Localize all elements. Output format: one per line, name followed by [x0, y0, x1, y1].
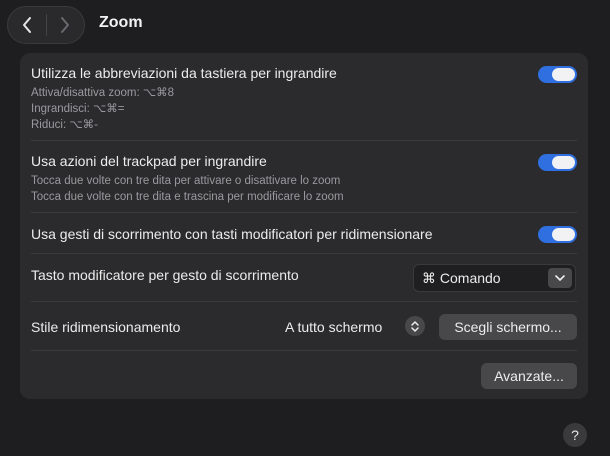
trackpad-toggle[interactable] [538, 154, 577, 171]
chevron-left-icon [22, 17, 31, 33]
advanced-button[interactable]: Avanzate... [481, 363, 577, 389]
forward-button[interactable] [46, 7, 84, 43]
chevron-right-icon [61, 17, 70, 33]
divider [31, 350, 577, 351]
chevron-down-icon [548, 268, 572, 288]
scroll-gesture-row: Usa gesti di scorrimento con tasti modif… [31, 226, 577, 246]
trackpad-hint-2: Tocca due volte con tre dita e trascina … [31, 191, 344, 203]
toolbar: Zoom [0, 0, 610, 50]
toggle-knob [552, 68, 575, 81]
settings-panel: Utilizza le abbreviazioni da tastiera pe… [20, 53, 588, 399]
toggle-knob [552, 156, 575, 169]
trackpad-hint-1: Tocca due volte con tre dita per attivar… [31, 175, 341, 187]
choose-screen-button[interactable]: Scegli schermo... [439, 314, 577, 340]
scroll-gesture-label: Usa gesti di scorrimento con tasti modif… [31, 226, 433, 242]
scroll-gesture-toggle[interactable] [538, 226, 577, 243]
back-button[interactable] [8, 7, 46, 43]
zoom-style-value[interactable]: A tutto schermo [285, 319, 382, 335]
toggle-knob [552, 228, 575, 241]
keyboard-shortcuts-toggle[interactable] [538, 66, 577, 83]
modifier-key-popup[interactable]: ⌘ Comando [413, 264, 576, 292]
divider [31, 301, 577, 302]
up-down-chevron-icon[interactable] [405, 316, 425, 336]
help-button[interactable]: ? [563, 423, 587, 447]
toggle-zoom-shortcut: Attiva/disattiva zoom: ⌥⌘8 [31, 87, 174, 99]
keyboard-shortcuts-row: Utilizza le abbreviazioni da tastiera pe… [31, 65, 577, 135]
modifier-key-value: ⌘ Comando [422, 269, 501, 286]
divider [31, 253, 577, 254]
keyboard-shortcuts-label: Utilizza le abbreviazioni da tastiera pe… [31, 65, 337, 81]
trackpad-row: Usa azioni del trackpad per ingrandire T… [31, 153, 577, 205]
page-title: Zoom [99, 14, 143, 31]
divider [31, 140, 577, 141]
trackpad-label: Usa azioni del trackpad per ingrandire [31, 153, 267, 169]
zoom-out-shortcut: Riduci: ⌥⌘- [31, 119, 98, 131]
divider [31, 212, 577, 213]
navigation-buttons [7, 6, 85, 44]
zoom-in-shortcut: Ingrandisci: ⌥⌘= [31, 103, 125, 115]
